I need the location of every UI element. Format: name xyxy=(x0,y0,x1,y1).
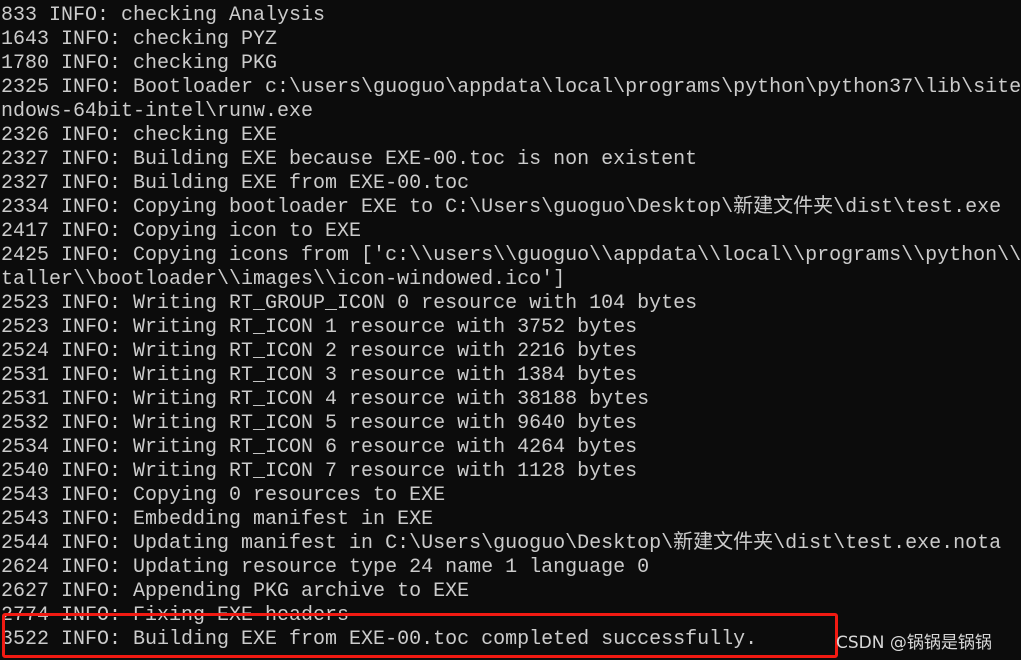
console-line: ndows-64bit-intel\runw.exe xyxy=(1,100,314,123)
console-line: 2425 INFO: Copying icons from ['c:\\user… xyxy=(1,244,1021,267)
highlight-box xyxy=(2,613,838,658)
console-line: 2531 INFO: Writing RT_ICON 3 resource wi… xyxy=(1,364,638,387)
console-line: 833 INFO: checking Analysis xyxy=(1,4,326,27)
console-line: 2326 INFO: checking EXE xyxy=(1,124,278,147)
console-line: 2325 INFO: Bootloader c:\users\guoguo\ap… xyxy=(1,76,1021,99)
console-line: 2334 INFO: Copying bootloader EXE to C:\… xyxy=(1,196,1002,219)
console-line: 2524 INFO: Writing RT_ICON 2 resource wi… xyxy=(1,340,638,363)
console-line: 2544 INFO: Updating manifest in C:\Users… xyxy=(1,532,1002,555)
console-line: taller\\bootloader\\images\\icon-windowe… xyxy=(1,268,566,291)
console-line: 2532 INFO: Writing RT_ICON 5 resource wi… xyxy=(1,412,638,435)
console-line: 2327 INFO: Building EXE from EXE-00.toc xyxy=(1,172,470,195)
console-line: 2540 INFO: Writing RT_ICON 7 resource wi… xyxy=(1,460,638,483)
console-line: 2627 INFO: Appending PKG archive to EXE xyxy=(1,580,470,603)
console-line: 2531 INFO: Writing RT_ICON 4 resource wi… xyxy=(1,388,650,411)
console-line: 2624 INFO: Updating resource type 24 nam… xyxy=(1,556,650,579)
console-line: 2523 INFO: Writing RT_ICON 1 resource wi… xyxy=(1,316,638,339)
console-line: 2523 INFO: Writing RT_GROUP_ICON 0 resou… xyxy=(1,292,698,315)
console-line: 2417 INFO: Copying icon to EXE xyxy=(1,220,362,243)
console-line: 1643 INFO: checking PYZ xyxy=(1,28,278,51)
console-line: 1780 INFO: checking PKG xyxy=(1,52,278,75)
console-line: 2543 INFO: Copying 0 resources to EXE xyxy=(1,484,446,507)
console-line: 2543 INFO: Embedding manifest in EXE xyxy=(1,508,434,531)
watermark: CSDN @锅锅是锅锅 xyxy=(836,633,992,653)
console-line: 2327 INFO: Building EXE because EXE-00.t… xyxy=(1,148,698,171)
console-line: 2534 INFO: Writing RT_ICON 6 resource wi… xyxy=(1,436,638,459)
console-output[interactable]: 833 INFO: checking Analysis 1643 INFO: ch… xyxy=(0,0,1021,660)
